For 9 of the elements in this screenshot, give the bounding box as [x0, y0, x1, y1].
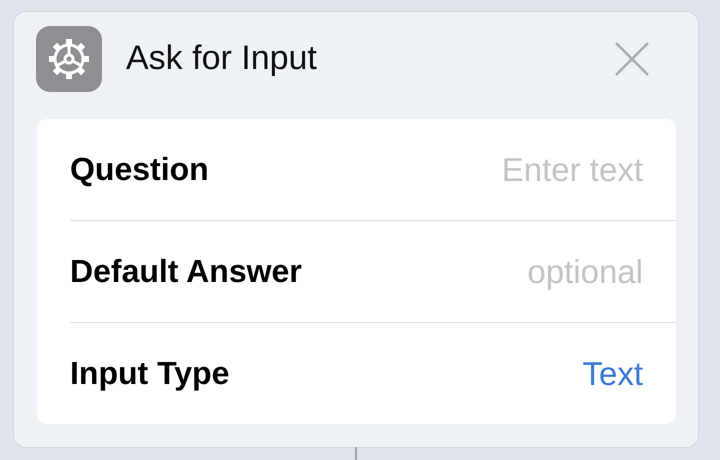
gear-icon	[36, 26, 102, 92]
action-title: Ask for Input	[126, 39, 318, 78]
input-field[interactable]: optional	[383, 252, 643, 290]
input-field[interactable]: Enter text	[383, 150, 643, 188]
parameter-label: Default Answer	[70, 253, 302, 290]
parameter-label: Input Type	[70, 355, 230, 392]
close-icon[interactable]	[614, 40, 650, 76]
parameter-label: Question	[70, 151, 209, 188]
picker-value[interactable]: Text	[582, 354, 643, 392]
